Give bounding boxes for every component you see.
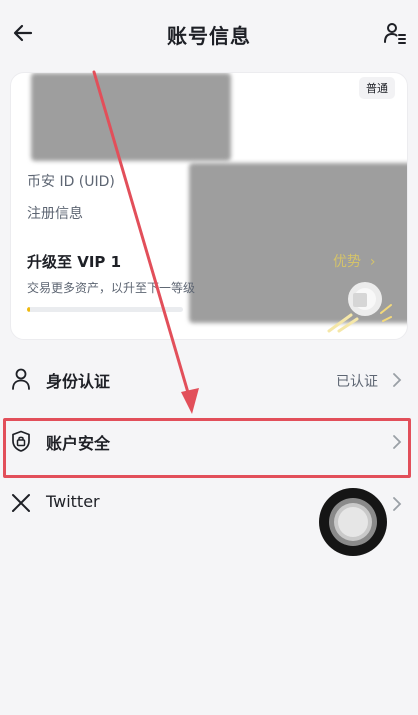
vip-decoration-icon [327,282,392,333]
header-bar: 账号信息 [0,0,418,68]
vip-upgrade-subtitle: 交易更多资产，以升至下一等级 [27,281,196,295]
profile-list-button[interactable] [380,18,410,48]
menu-item-identity[interactable]: 身份认证 已认证 [0,352,418,410]
highlight-box [3,418,411,478]
register-info-label[interactable]: 注册信息 [27,203,83,223]
vip-progress-fill [27,307,31,312]
account-level-badge: 普通 [359,77,395,99]
identity-status-value: 已认证 [336,374,378,390]
vip-progress-bar [27,307,183,312]
user-list-icon [384,23,406,44]
vip-advantage-link[interactable]: 优势 › [333,251,376,271]
vip-advantage-label: 优势 [333,254,361,270]
person-icon [12,368,30,390]
floating-assistive-button[interactable] [319,488,387,556]
redacted-region [31,73,231,161]
chevron-right-icon [388,494,406,514]
x-logo-icon [12,494,30,512]
menu-item-label: Twitter [46,492,100,511]
uid-label: 币安 ID (UID) [27,174,115,190]
chevron-right-icon [388,370,406,390]
chevron-right-icon: › [365,254,376,270]
menu-item-label: 身份认证 [46,372,111,391]
account-card: 普通 币安 ID (UID) 注册信息 升级至 VIP 1 交易更多资产，以升至… [10,72,408,340]
vip-upgrade-title[interactable]: 升级至 VIP 1 [27,251,121,272]
page-title: 账号信息 [167,24,251,48]
